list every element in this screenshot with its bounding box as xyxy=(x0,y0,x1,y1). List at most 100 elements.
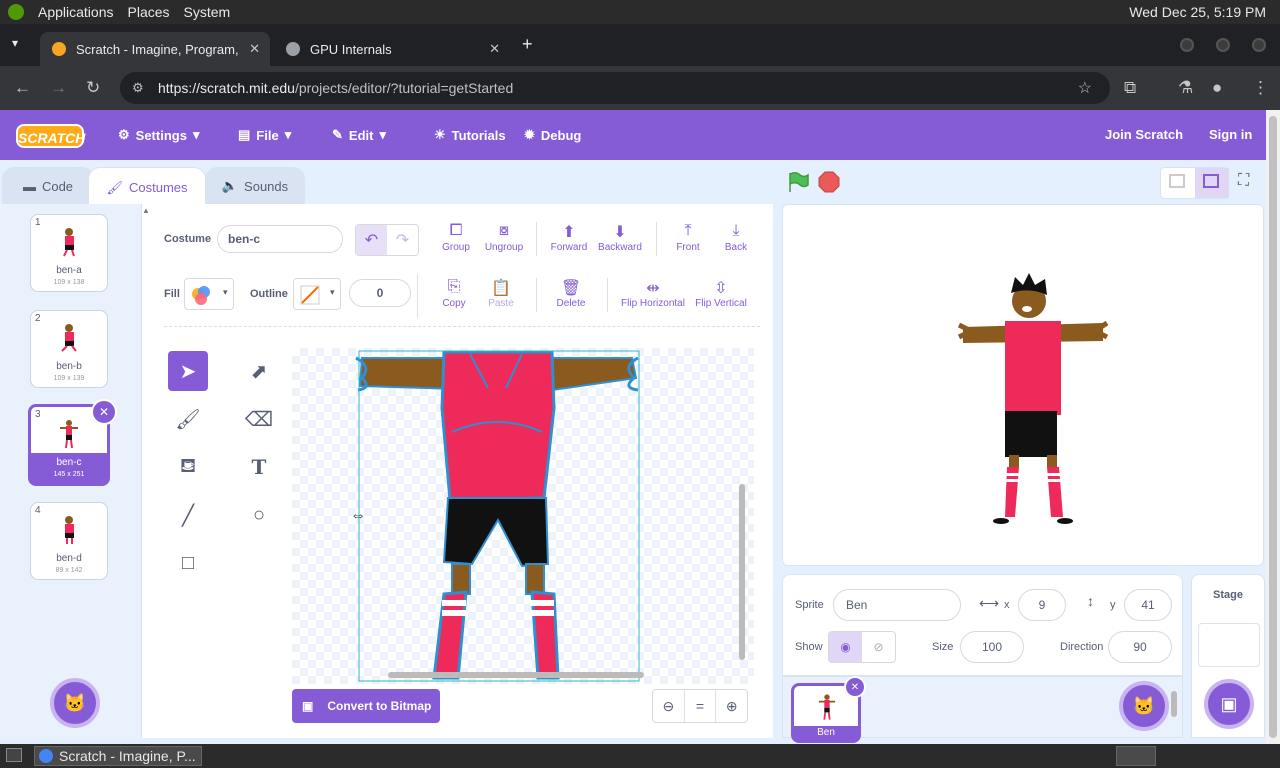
delete-sprite-icon[interactable]: ✕ xyxy=(844,676,866,698)
paint-canvas[interactable]: ⇔ xyxy=(292,348,754,684)
canvas-v-scrollbar[interactable] xyxy=(739,484,745,660)
window-maximize-icon[interactable] xyxy=(1216,38,1230,52)
front-button[interactable]: ⤒ Front xyxy=(671,222,705,253)
delete-button[interactable]: 🗑 Delete xyxy=(551,278,591,309)
url-bar[interactable]: ⚙ https://scratch.mit.edu/projects/edito… xyxy=(120,72,1110,104)
extensions-icon[interactable]: ⧉ xyxy=(1124,78,1136,98)
size-input[interactable]: 100 xyxy=(960,631,1024,663)
os-menu-applications[interactable]: Applications xyxy=(38,4,114,20)
select-tool[interactable]: ➤ xyxy=(168,351,208,391)
fill-tool[interactable]: ⛾ xyxy=(168,447,208,487)
fill-color-picker[interactable]: ▾ xyxy=(184,278,234,310)
stop-sign-icon[interactable] xyxy=(818,171,840,193)
os-menu-system[interactable]: System xyxy=(184,4,231,20)
settings-menu[interactable]: ⚙ Settings ▾ xyxy=(118,127,199,143)
new-tab-icon[interactable]: + xyxy=(522,34,533,55)
sprite-name-input[interactable]: Ben xyxy=(833,589,961,621)
sign-in-link[interactable]: Sign in xyxy=(1209,127,1252,142)
tab-close-icon[interactable]: ✕ xyxy=(489,41,500,57)
tab-costumes[interactable]: 🖌 Costumes xyxy=(88,167,206,207)
stage-thumbnail[interactable] xyxy=(1198,623,1260,667)
flip-vertical-button[interactable]: ⇳ Flip Vertical xyxy=(693,278,749,309)
direction-input[interactable]: 90 xyxy=(1108,631,1172,663)
costume-name-input[interactable]: ben-c xyxy=(217,225,343,253)
tab-gpu-internals[interactable]: GPU Internals ✕ xyxy=(274,32,510,66)
back-icon[interactable]: ← xyxy=(14,78,31,98)
flip-horizontal-button[interactable]: ⇹ Flip Horizontal xyxy=(619,278,687,309)
page-scrollbar[interactable] xyxy=(1266,110,1280,744)
zoom-out-icon[interactable]: ⊖ xyxy=(653,690,685,722)
profile-icon[interactable]: ● xyxy=(1212,78,1222,98)
backward-button[interactable]: ⬇ Backward xyxy=(597,222,643,253)
tab-sounds[interactable]: 🔈 Sounds xyxy=(205,167,305,205)
green-flag-icon[interactable] xyxy=(786,170,810,194)
tab-close-icon[interactable]: ✕ xyxy=(249,41,260,57)
costume-item[interactable]: 1 ben-a 109 x 138 xyxy=(30,214,108,292)
stage[interactable] xyxy=(782,204,1264,566)
ungroup-button[interactable]: ⧇ Ungroup xyxy=(483,222,525,253)
page-scrollbar-thumb[interactable] xyxy=(1269,116,1277,738)
small-stage-icon[interactable] xyxy=(1169,174,1185,188)
rectangle-tool[interactable]: □ xyxy=(168,543,208,583)
outline-color-picker[interactable]: ▾ xyxy=(293,278,341,310)
canvas-h-scrollbar[interactable] xyxy=(388,672,644,678)
taskbar-scratch-window[interactable]: Scratch - Imagine, P... xyxy=(34,746,202,766)
undo-icon[interactable]: ↶ xyxy=(356,225,387,255)
hide-eye-icon[interactable]: ⊘ xyxy=(862,632,895,662)
tab-scratch[interactable]: Scratch - Imagine, Program, ✕ xyxy=(40,32,270,66)
copy-button[interactable]: ⎘ Copy xyxy=(437,278,471,309)
circle-tool[interactable]: ○ xyxy=(239,495,279,535)
show-eye-icon[interactable]: ◉ xyxy=(829,632,862,662)
convert-to-bitmap-button[interactable]: ▣ Convert to Bitmap xyxy=(292,689,440,723)
zoom-reset-button[interactable]: = xyxy=(685,690,717,722)
brush-tool[interactable]: 🖌 xyxy=(168,399,208,439)
paste-button[interactable]: 📋 Paste xyxy=(483,278,519,309)
site-info-icon[interactable]: ⚙ xyxy=(132,80,144,96)
browser-menu-icon[interactable]: ⋮ xyxy=(1252,78,1269,98)
back-button[interactable]: ⤓ Back xyxy=(719,222,753,253)
os-menu-places[interactable]: Places xyxy=(128,4,170,20)
forward-icon[interactable]: → xyxy=(50,78,67,98)
file-menu[interactable]: ▤ File ▾ xyxy=(238,127,291,143)
choose-sprite-button[interactable]: 🐱 xyxy=(1119,681,1169,731)
line-tool[interactable]: ╱ xyxy=(168,495,208,535)
fullscreen-icon[interactable]: ⛶ xyxy=(1238,172,1249,190)
outline-width-input[interactable]: 0 xyxy=(349,279,411,307)
sprite-thumb-ben[interactable]: Ben ✕ xyxy=(791,676,866,743)
window-minimize-icon[interactable] xyxy=(1180,38,1194,52)
group-button[interactable]: ⧠ Group xyxy=(439,222,473,253)
stage-selector-pane[interactable]: Stage B...s ▣ xyxy=(1191,574,1265,738)
choose-backdrop-button[interactable]: ▣ xyxy=(1204,679,1254,729)
costume-list-scrollbar[interactable]: ▲ xyxy=(142,204,151,738)
os-logo-icon[interactable] xyxy=(8,4,24,20)
reshape-tool[interactable]: ⬈ xyxy=(239,351,279,391)
window-close-icon[interactable] xyxy=(1252,38,1266,52)
bookmark-star-icon[interactable]: ☆ xyxy=(1078,78,1092,98)
sprite-list-scrollbar[interactable] xyxy=(1171,679,1179,735)
eraser-tool[interactable]: ⌫ xyxy=(239,399,279,439)
delete-costume-icon[interactable]: ✕ xyxy=(91,399,117,425)
text-tool[interactable]: T xyxy=(239,447,279,487)
tray-chrome-icon[interactable] xyxy=(1116,746,1156,766)
show-desktop-icon[interactable] xyxy=(6,748,22,762)
y-input[interactable]: 41 xyxy=(1124,589,1172,621)
scroll-up-icon[interactable]: ▲ xyxy=(142,206,150,215)
labs-flask-icon[interactable]: ⚗ xyxy=(1178,78,1193,98)
tutorials-button[interactable]: ☀ Tutorials xyxy=(434,127,506,143)
edit-menu[interactable]: ✎ Edit ▾ xyxy=(332,127,386,143)
tab-list-dropdown-icon[interactable]: ▾ xyxy=(12,36,18,50)
tab-code[interactable]: ▬ Code xyxy=(2,167,94,205)
costume-item[interactable]: 2 ben-b 109 x 139 xyxy=(30,310,108,388)
costume-item[interactable]: 4 ben-d 89 x 142 xyxy=(30,502,108,580)
x-input[interactable]: 9 xyxy=(1018,589,1066,621)
zoom-in-icon[interactable]: ⊕ xyxy=(716,690,747,722)
costume-item-selected[interactable]: 3 ben-c 145 x 251 ✕ xyxy=(28,399,117,486)
debug-button[interactable]: ✹ Debug xyxy=(524,127,581,143)
stage-sprite-ben[interactable] xyxy=(783,205,1264,566)
os-clock[interactable]: Wed Dec 25, 5:19 PM xyxy=(1129,4,1266,20)
forward-button[interactable]: ⬆ Forward xyxy=(549,222,589,253)
join-scratch-link[interactable]: Join Scratch xyxy=(1105,127,1183,142)
redo-icon[interactable]: ↷ xyxy=(387,225,418,255)
scratch-logo[interactable]: SCRATCH xyxy=(16,124,85,148)
reload-icon[interactable]: ↻ xyxy=(86,78,100,98)
